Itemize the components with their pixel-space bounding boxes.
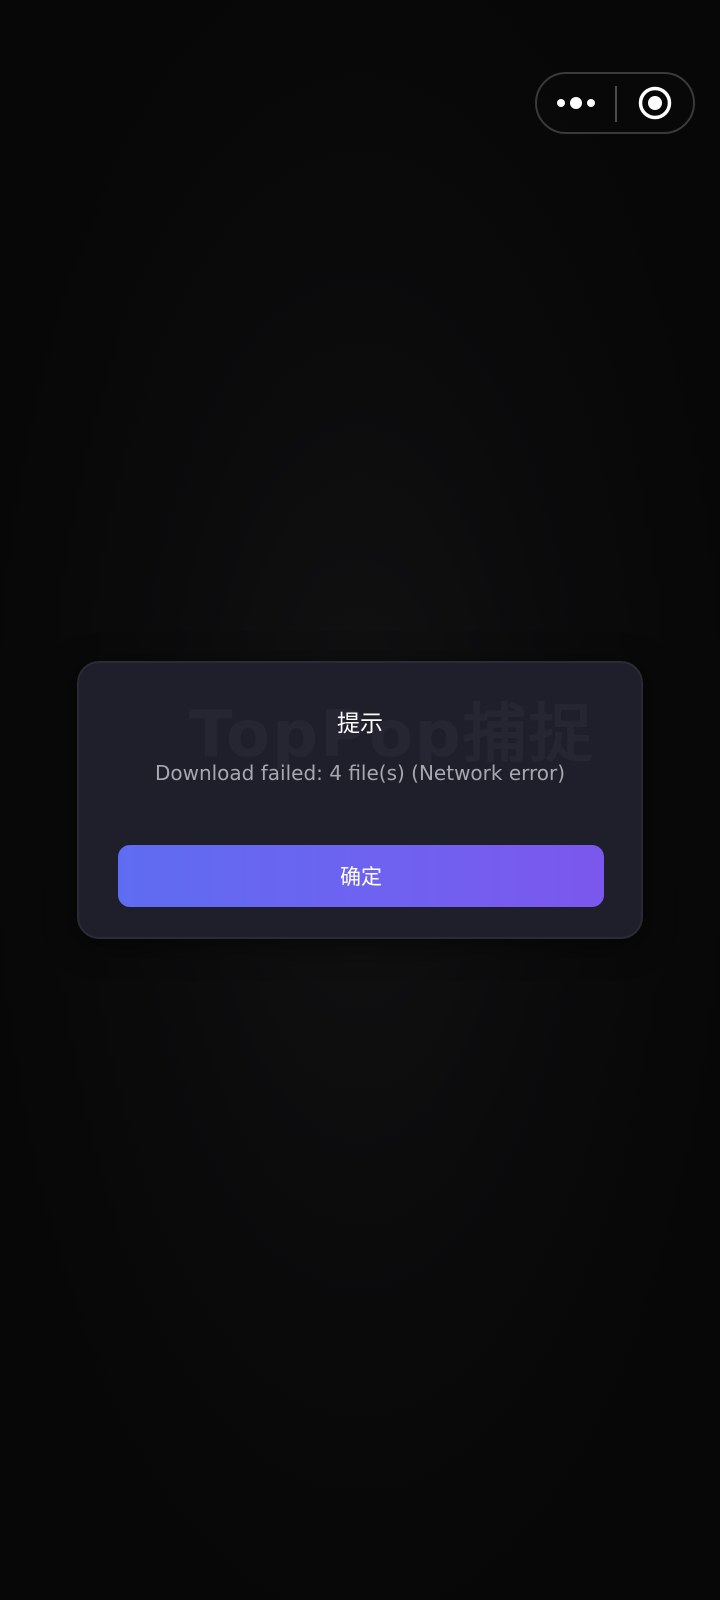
more-dots-icon-center	[570, 97, 582, 109]
dialog-message: Download failed: 4 file(s) (Network erro…	[154, 761, 566, 785]
more-dots-icon-right	[587, 99, 595, 107]
mini-program-capsule	[535, 72, 695, 134]
confirm-button[interactable]: 确定	[118, 845, 604, 907]
screen: TopPop捕捉 提示 Download failed: 4 file(s) (…	[0, 0, 720, 1600]
more-dots-icon	[557, 99, 565, 107]
alert-dialog: TopPop捕捉 提示 Download failed: 4 file(s) (…	[77, 661, 643, 939]
more-menu-button[interactable]	[537, 74, 615, 132]
dialog-title: 提示	[337, 711, 383, 737]
close-target-icon	[638, 86, 672, 120]
close-mini-program-button[interactable]	[617, 74, 693, 132]
